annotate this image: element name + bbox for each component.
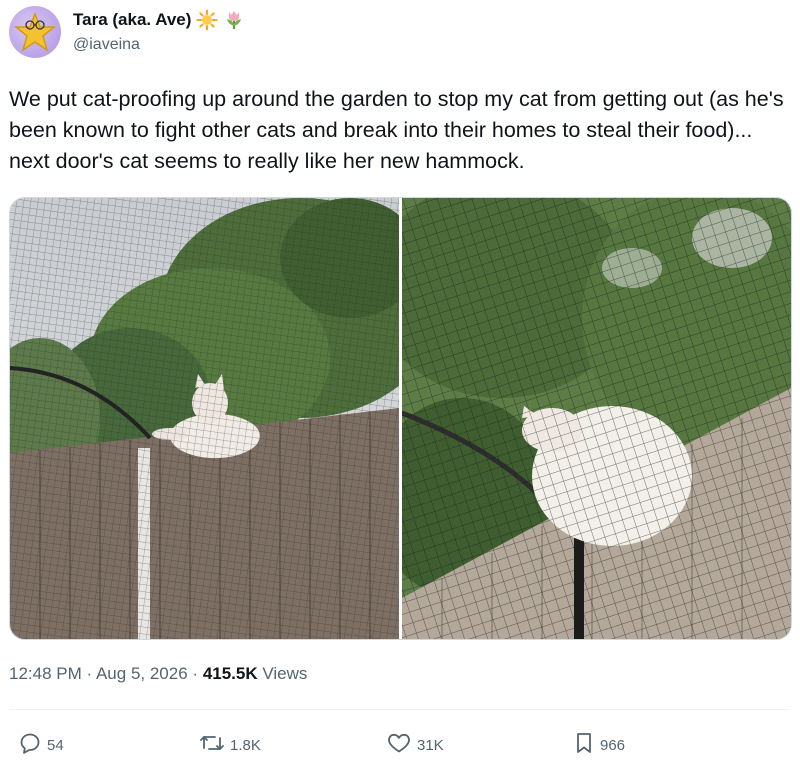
views-label: Views (262, 664, 308, 683)
like-count: 31K (417, 736, 444, 754)
bookmark-count: 966 (600, 736, 626, 754)
divider (9, 709, 790, 710)
bookmark-button[interactable]: 966 (573, 731, 625, 759)
display-name-row[interactable]: Tara (aka. Ave) (73, 9, 245, 31)
tweet-text: We put cat-proofing up around the garden… (9, 87, 784, 173)
repost-icon (199, 731, 225, 759)
photo-cat-on-fence-wide[interactable] (10, 198, 399, 639)
media-grid[interactable] (9, 197, 792, 640)
display-name[interactable]: Tara (aka. Ave) (73, 10, 191, 30)
like-button[interactable]: 31K (386, 731, 444, 759)
tweet-meta: 12:48 PM · Aug 5, 2026 · 415.5K Views (9, 664, 307, 684)
tulip-icon (223, 9, 245, 31)
avatar-star-illustration (13, 11, 57, 52)
photo-cat-in-hammock-closeup[interactable] (402, 198, 791, 639)
reply-count: 54 (47, 736, 64, 754)
repost-button[interactable]: 1.8K (199, 731, 261, 759)
meta-separator: · (192, 664, 199, 683)
views-count: 415.5K (202, 664, 258, 683)
like-icon (386, 731, 412, 759)
reply-button[interactable]: 54 (18, 731, 64, 759)
avatar[interactable] (9, 6, 61, 58)
reply-icon (18, 731, 42, 759)
tweet-time[interactable]: 12:48 PM (9, 664, 82, 683)
user-handle[interactable]: @iaveina (73, 36, 140, 54)
sun-icon (196, 9, 218, 31)
tweet-date[interactable]: Aug 5, 2026 (96, 664, 188, 683)
bookmark-icon (573, 731, 595, 759)
meta-separator: · (86, 664, 93, 683)
repost-count: 1.8K (230, 736, 261, 754)
